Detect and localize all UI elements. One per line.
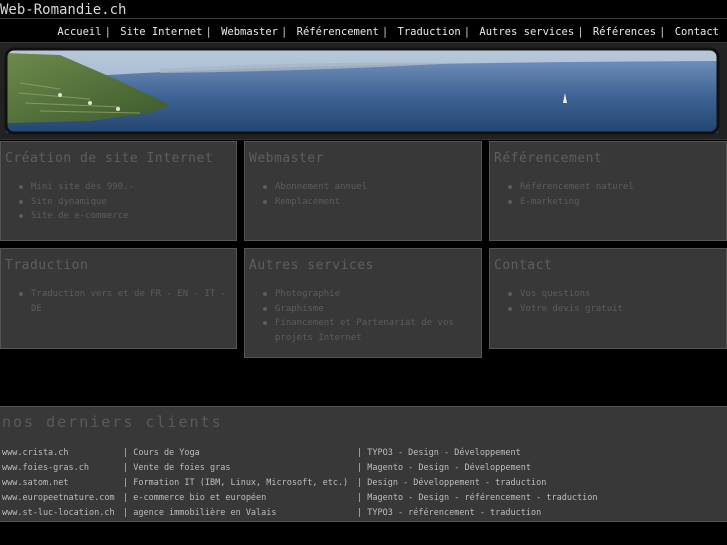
service-list: Référencement naturel E-marketing: [490, 180, 726, 209]
service-item[interactable]: Remplacement: [263, 195, 481, 210]
service-list: Mini site dès 990.- Site dynamique Site …: [1, 180, 236, 224]
header-divider: [0, 18, 727, 19]
client-site-link[interactable]: www.europeetnature.com: [2, 493, 115, 503]
lake-landscape-illustration: [0, 43, 727, 139]
service-item[interactable]: E-marketing: [508, 195, 726, 210]
service-title[interactable]: Webmaster: [245, 142, 481, 166]
lake-banner-image: [0, 42, 727, 140]
service-item[interactable]: Graphisme: [263, 302, 481, 317]
nav-separator: |: [577, 26, 584, 38]
service-title[interactable]: Création de site Internet: [1, 142, 236, 166]
service-title[interactable]: Référencement: [490, 142, 726, 166]
service-list: Abonnement annuel Remplacement: [245, 180, 481, 209]
client-work: | Design - Développement - traduction: [357, 478, 547, 488]
nav-separator: |: [463, 26, 471, 38]
nav-separator: |: [104, 26, 111, 38]
service-item[interactable]: Référencement naturel: [508, 180, 726, 195]
client-site-link[interactable]: www.foies-gras.ch: [2, 463, 89, 473]
service-list: Vos questions Votre devis gratuit: [490, 287, 726, 316]
recent-clients-panel: nos derniers clients www.crista.ch | Cou…: [0, 406, 727, 522]
service-item[interactable]: Mini site dès 990.-: [19, 180, 236, 195]
service-item[interactable]: Site dynamique: [19, 195, 236, 210]
service-box-referencement: Référencement Référencement naturel E-ma…: [489, 141, 727, 241]
nav-traduction[interactable]: Traduction: [398, 26, 461, 38]
client-activity: | Vente de foies gras: [123, 463, 231, 473]
nav-separator: |: [659, 26, 666, 38]
service-box-contact: Contact Vos questions Votre devis gratui…: [489, 248, 727, 349]
service-box-traduction: Traduction Traduction vers et de FR - EN…: [0, 248, 237, 349]
client-site-link[interactable]: www.satom.net: [2, 478, 69, 488]
main-navigation: Accueil | Site Internet | Webmaster | Référ…: [57, 26, 719, 38]
client-activity: | Cours de Yoga: [123, 448, 200, 458]
client-work: | Magento - Design - référencement - tra…: [357, 493, 598, 503]
nav-separator: |: [381, 26, 389, 38]
nav-separator: |: [281, 26, 288, 38]
client-work: | TYPO3 - Design - Développement: [357, 448, 521, 458]
nav-referencement[interactable]: Référencement: [297, 26, 379, 38]
service-box-webmaster: Webmaster Abonnement annuel Remplacement: [244, 141, 482, 241]
client-activity: | agence immobilière en Valais: [123, 508, 277, 518]
service-item[interactable]: Traduction vers et de FR - EN - IT - DE: [19, 287, 236, 316]
service-item[interactable]: Financement et Partenariat de vos projet…: [263, 316, 481, 345]
service-list: Traduction vers et de FR - EN - IT - DE: [1, 287, 236, 316]
service-item[interactable]: Votre devis gratuit: [508, 302, 726, 317]
site-title[interactable]: Web-Romandie.ch: [0, 2, 126, 18]
nav-autres-services[interactable]: Autres services: [479, 26, 574, 38]
nav-accueil[interactable]: Accueil: [57, 26, 101, 38]
service-list: Photographie Graphisme Financement et Pa…: [245, 287, 481, 345]
nav-site-internet[interactable]: Site Internet: [120, 26, 202, 38]
client-activity: | e-commerce bio et européen: [123, 493, 267, 503]
service-box-creation: Création de site Internet Mini site dès …: [0, 141, 237, 241]
service-title[interactable]: Autres services: [245, 249, 481, 273]
service-item[interactable]: Site de e-commerce: [19, 209, 236, 224]
client-work: | Magento - Design - Développement: [357, 463, 531, 473]
service-item[interactable]: Vos questions: [508, 287, 726, 302]
client-site-link[interactable]: www.st-luc-location.ch: [2, 508, 115, 518]
service-title[interactable]: Traduction: [1, 249, 236, 273]
service-title[interactable]: Contact: [490, 249, 726, 273]
client-activity: | Formation IT (IBM, Linux, Microsoft, e…: [123, 478, 349, 488]
client-site-link[interactable]: www.crista.ch: [2, 448, 69, 458]
nav-contact[interactable]: Contact: [675, 26, 719, 38]
nav-separator: |: [205, 26, 212, 38]
nav-references[interactable]: Références: [593, 26, 656, 38]
client-work: | TYPO3 - référencement - traduction: [357, 508, 542, 518]
service-item[interactable]: Abonnement annuel: [263, 180, 481, 195]
service-box-autres: Autres services Photographie Graphisme F…: [244, 248, 482, 358]
service-item[interactable]: Photographie: [263, 287, 481, 302]
nav-webmaster[interactable]: Webmaster: [221, 26, 278, 38]
clients-title: nos derniers clients: [2, 413, 223, 431]
